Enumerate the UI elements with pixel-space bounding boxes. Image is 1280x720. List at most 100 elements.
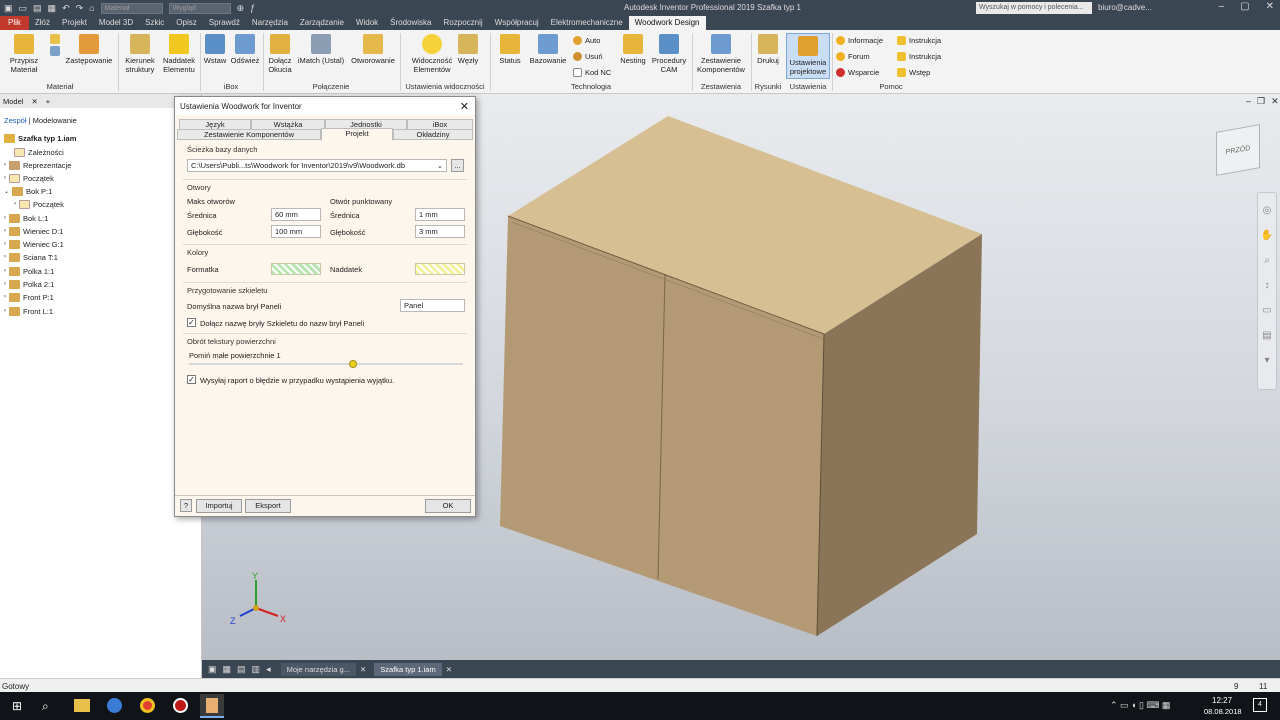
- material-small-buttons[interactable]: [48, 34, 62, 58]
- tab-wspolpracuj[interactable]: Współpracuj: [489, 16, 545, 30]
- zestawienie-komponentow-button[interactable]: Zestawienie Komponentów: [694, 34, 748, 74]
- ustawienia-projektowe-button[interactable]: Ustawienia projektowe: [786, 33, 830, 79]
- zoom-icon[interactable]: ⌕: [1264, 255, 1270, 266]
- restore-icon[interactable]: ❐: [1257, 96, 1265, 107]
- close-icon[interactable]: ✕: [31, 97, 37, 106]
- tree-item[interactable]: › Polka 1:1: [4, 265, 54, 277]
- tab-zloz[interactable]: Złóż: [29, 16, 56, 30]
- tree-item[interactable]: Zależności: [14, 146, 64, 158]
- user-account[interactable]: biuro@cadve...: [1098, 3, 1152, 12]
- tab-opisz[interactable]: Opisz: [170, 16, 202, 30]
- informacje-button[interactable]: Informacje: [836, 36, 883, 45]
- tab-narzedzia[interactable]: Narzędzia: [246, 16, 294, 30]
- drukuj-button[interactable]: Drukuj: [753, 34, 783, 65]
- horizontal-icon[interactable]: ▤: [237, 664, 246, 675]
- grid-icon[interactable]: ▦: [223, 664, 232, 675]
- minimize-icon[interactable]: –: [1219, 1, 1225, 12]
- tree-item[interactable]: › Początek: [14, 198, 64, 210]
- append-skeleton-checkbox[interactable]: ✓: [187, 318, 196, 327]
- naddatek-button[interactable]: Naddatek Elementu: [159, 34, 199, 74]
- vertical-icon[interactable]: ▥: [252, 664, 261, 675]
- tile-icon[interactable]: ▣: [208, 664, 217, 675]
- tab-srodowiska[interactable]: Środowiska: [384, 16, 437, 30]
- recorder-icon[interactable]: [173, 698, 188, 713]
- more-icon[interactable]: ▾: [1264, 355, 1269, 366]
- save-icon[interactable]: ▦: [48, 3, 57, 14]
- nesting-button[interactable]: Nesting: [618, 34, 648, 65]
- tab-model-3d[interactable]: Model 3D: [93, 16, 139, 30]
- list-icon[interactable]: ◂: [266, 664, 271, 675]
- import-button[interactable]: Importuj: [196, 499, 242, 513]
- tab-model[interactable]: Model: [3, 97, 23, 106]
- wstaw-button[interactable]: Wstaw: [201, 34, 229, 65]
- close-icon[interactable]: ✕: [460, 100, 469, 113]
- tab-zestawienie-komponentow[interactable]: Zestawienie Komponentów: [177, 129, 321, 140]
- status-button[interactable]: Status: [496, 34, 524, 65]
- tab-widok[interactable]: Widok: [350, 16, 384, 30]
- slider-track[interactable]: [189, 360, 463, 368]
- app-logo-icon[interactable]: ▣: [4, 3, 13, 14]
- tab-zarzadzanie[interactable]: Zarządzanie: [294, 16, 350, 30]
- fx-icon[interactable]: ƒ: [250, 3, 255, 13]
- zespol-link[interactable]: Zespół: [4, 116, 27, 125]
- help-button[interactable]: ?: [180, 499, 192, 512]
- clock-time[interactable]: 12:27: [1212, 696, 1232, 705]
- home-icon[interactable]: ⌂: [89, 3, 94, 13]
- tree-item[interactable]: › Reprezentacje: [4, 159, 71, 171]
- odswiez-button[interactable]: Odśwież: [229, 34, 261, 65]
- help-search-input[interactable]: Wyszukaj w pomocy i polecenia...: [976, 2, 1092, 14]
- tree-item[interactable]: › Front P:1: [4, 291, 54, 303]
- kierunek-struktury-button[interactable]: Kierunek struktury: [121, 34, 159, 74]
- undo-icon[interactable]: ↶: [62, 3, 70, 14]
- tree-item[interactable]: › Początek: [4, 172, 54, 184]
- max-diameter-input[interactable]: 60 mm: [271, 208, 321, 221]
- close-icon[interactable]: ✕: [1271, 96, 1279, 107]
- maximize-icon[interactable]: ▢: [1240, 1, 1249, 12]
- file-explorer-icon[interactable]: [74, 699, 90, 712]
- tree-item[interactable]: › Wieniec G:1: [4, 238, 64, 250]
- close-icon[interactable]: ✕: [1266, 1, 1274, 12]
- doc-tab-my-tools[interactable]: Moje narzędzia g...: [280, 662, 356, 676]
- tree-item[interactable]: › Bok L:1: [4, 212, 48, 224]
- tab-elektromechaniczne[interactable]: Elektromechaniczne: [545, 16, 629, 30]
- tray-icons[interactable]: ⌃ ▭ ◖ ▯ ⌨ ▦: [1110, 700, 1170, 711]
- pt-diameter-input[interactable]: 1 mm: [415, 208, 465, 221]
- zastepowanie-button[interactable]: Zastępowanie: [62, 34, 116, 65]
- material-combo[interactable]: Materiał: [100, 2, 163, 14]
- wsparcie-button[interactable]: Wsparcie: [836, 68, 879, 77]
- minimize-icon[interactable]: –: [1246, 96, 1251, 107]
- tree-root[interactable]: Szafka typ 1.iam: [4, 132, 76, 144]
- tab-szkic[interactable]: Szkic: [139, 16, 170, 30]
- procedury-cam-button[interactable]: Procedury CAM: [650, 34, 688, 74]
- close-icon[interactable]: ✕: [360, 665, 366, 674]
- auto-button[interactable]: Auto: [573, 36, 600, 45]
- viewcube[interactable]: PRZÓD: [1216, 124, 1260, 176]
- tree-item[interactable]: › Sciana T:1: [4, 251, 58, 263]
- imatch-button[interactable]: iMatch (Ustal): [296, 34, 346, 65]
- wstep-button[interactable]: Wstęp: [897, 68, 930, 77]
- redo-icon[interactable]: ↷: [76, 3, 84, 14]
- tree-item[interactable]: › Front L:1: [4, 305, 53, 317]
- default-panel-name-input[interactable]: Panel: [400, 299, 465, 312]
- clock-date[interactable]: 08.08.2018: [1204, 707, 1242, 716]
- inventor-taskbar-button[interactable]: [200, 694, 224, 718]
- forum-button[interactable]: Forum: [836, 52, 870, 61]
- dolacz-okucia-button[interactable]: Dołącz Okucia: [264, 34, 296, 74]
- usun-button[interactable]: Usuń: [573, 52, 603, 61]
- db-path-select[interactable]: C:\Users\Publi...ts\Woodwork for Invento…: [187, 159, 447, 172]
- tab-rozpocznij[interactable]: Rozpocznij: [438, 16, 489, 30]
- steering-wheel-icon[interactable]: ◎: [1263, 205, 1272, 216]
- widocznosc-elementow-button[interactable]: Widoczność Elementów: [408, 34, 456, 74]
- orbit-icon[interactable]: ↕: [1265, 280, 1270, 291]
- doc-tab-szafka[interactable]: Szafka typ 1.iam: [374, 662, 442, 676]
- otworowanie-button[interactable]: Otworowanie: [348, 34, 398, 65]
- slider-thumb[interactable]: [349, 360, 358, 368]
- tree-item[interactable]: › Polka 2:1: [4, 278, 54, 290]
- pt-depth-input[interactable]: 3 mm: [415, 225, 465, 238]
- send-report-checkbox[interactable]: ✓: [187, 375, 196, 384]
- formatka-color-swatch[interactable]: [271, 263, 321, 275]
- tree-item[interactable]: › Wieniec D:1: [4, 225, 63, 237]
- search-icon[interactable]: ⌕: [42, 699, 49, 714]
- przypisz-material-button[interactable]: Przypisz Materiał: [4, 34, 44, 74]
- tab-plik[interactable]: Plik: [0, 16, 29, 30]
